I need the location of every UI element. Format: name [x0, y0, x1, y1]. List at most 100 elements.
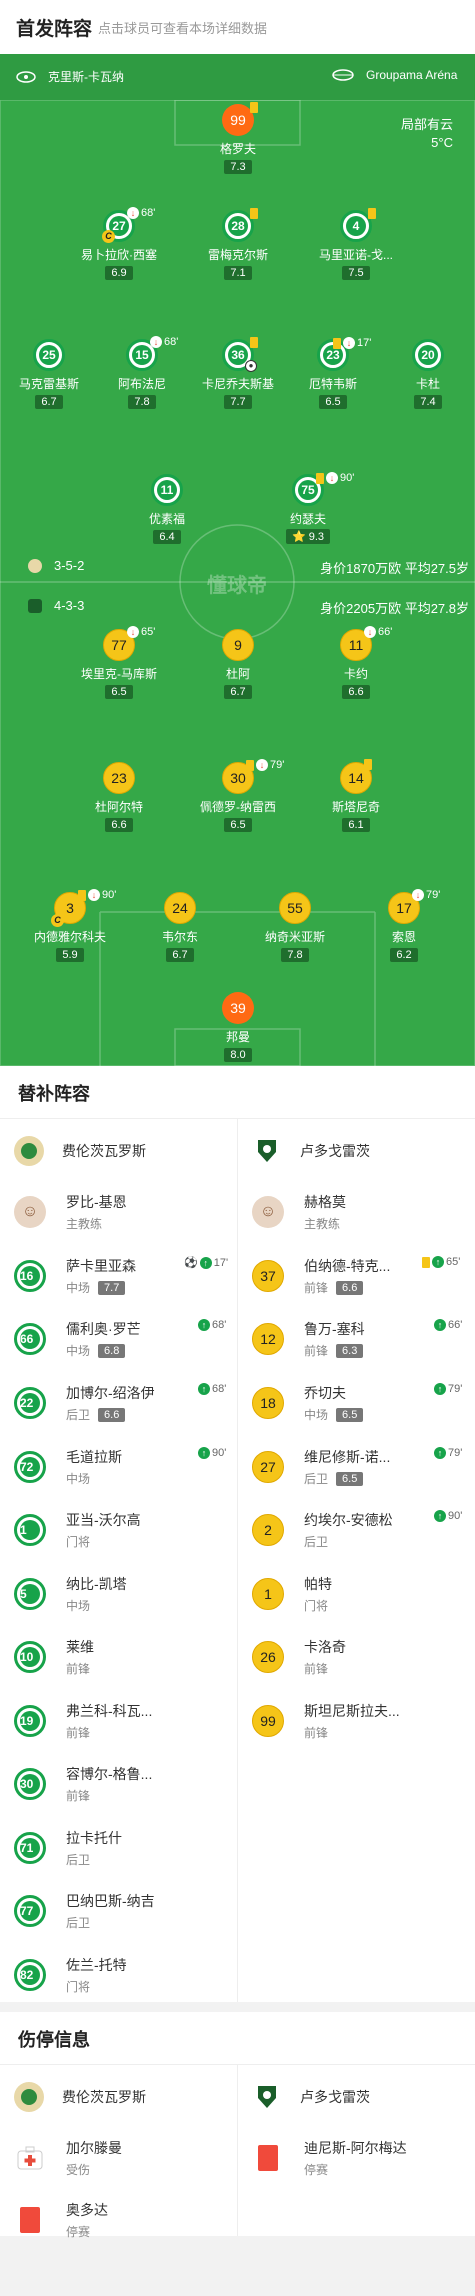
player-home-7[interactable]: 23 厄特韦斯 6.5 — [288, 339, 378, 410]
player-home-0[interactable]: 99 格罗夫 7.3 — [193, 104, 283, 175]
player-home-4[interactable]: 25 马克雷基斯 6.7 — [4, 339, 94, 410]
player-position: 前锋 — [304, 1344, 329, 1358]
sub-away-1[interactable]: 12 鲁万-塞科 前锋 6.3 — [252, 1319, 365, 1359]
sub-home-2[interactable]: 22 加博尔-绍洛伊 后卫 6.6 — [14, 1383, 155, 1423]
sub-on-icon: ↑ — [198, 1319, 210, 1331]
player-jersey: 23 — [103, 762, 135, 794]
player-rating: 7.5 — [342, 266, 370, 280]
home-team-value: 身价1870万欧 平均27.5岁 — [320, 561, 469, 576]
player-away-4[interactable]: 30 佩德罗-纳雷西 6.5 — [193, 762, 283, 833]
player-name: 卡杜 — [415, 377, 440, 391]
injuries-away-team[interactable]: 卢多戈雷茨 — [252, 2082, 370, 2112]
player-jersey: 99 — [252, 1705, 284, 1737]
red-card-icon — [252, 2142, 284, 2174]
player-jersey: 26 — [252, 1641, 284, 1673]
injuries-title: 伤停信息 — [18, 2030, 90, 2050]
team-name: 卢多戈雷茨 — [300, 2089, 370, 2105]
player-away-5[interactable]: 14 斯塔尼奇 6.1 — [311, 762, 401, 833]
player-away-10[interactable]: 39 邦曼 8.0 — [193, 992, 283, 1063]
player-name: 邦曼 — [225, 1030, 250, 1044]
player-position: 前锋 — [304, 1662, 329, 1676]
player-away-9[interactable]: 17 索恩 6.2 — [359, 892, 449, 963]
pitch: 克里斯-卡瓦纳 Groupama Aréna 局部有云 5°C 懂球帝 3-5-… — [0, 54, 475, 1066]
sub-on-icon: ↑ — [198, 1383, 210, 1395]
sub-away-7[interactable]: 99 斯坦尼斯拉夫... 前锋 — [252, 1701, 400, 1741]
player-name: 索恩 — [391, 930, 416, 944]
injury-home-0[interactable]: 加尔滕曼 受伤 — [14, 2138, 122, 2178]
player-name: 莱维 — [66, 1639, 94, 1655]
away-crest-icon — [28, 598, 42, 613]
player-away-0[interactable]: 77 埃里克-马库斯 6.5 — [74, 629, 164, 700]
sub-away-5[interactable]: 1 帕特 门将 — [252, 1574, 332, 1614]
sub-home-11[interactable]: 82 佐兰-托特 门将 — [14, 1955, 127, 1995]
player-home-1[interactable]: 27 C 易卜拉欣·西塞 6.9 — [74, 210, 164, 281]
player-away-1[interactable]: 9 杜阿 6.7 — [193, 629, 283, 700]
sub-home-3[interactable]: 72 毛道拉斯 中场 — [14, 1447, 122, 1487]
sub-away-2[interactable]: 18 乔切夫 中场 6.5 — [252, 1383, 364, 1423]
injuries-home-team[interactable]: 费伦茨瓦罗斯 — [14, 2082, 146, 2112]
injury-home-1[interactable]: 奥多达 停赛 — [14, 2200, 108, 2240]
player-away-7[interactable]: 24 韦尔东 6.7 — [135, 892, 225, 963]
player-home-2[interactable]: 28 雷梅克尔斯 7.1 — [193, 210, 283, 281]
player-name: 雷梅克尔斯 — [207, 248, 268, 262]
away-coach[interactable]: ☺ 赫格莫 主教练 — [252, 1192, 346, 1232]
player-name: 斯坦尼斯拉夫... — [304, 1703, 400, 1719]
sub-away-4-events: ↑ 90' — [434, 1510, 462, 1522]
player-home-9[interactable]: 11 优素福 6.4 — [122, 474, 212, 545]
sub-on-icon: ↑ — [198, 1447, 210, 1459]
sub-away-0[interactable]: 37 伯纳德-特克... 前锋 6.6 — [252, 1256, 390, 1296]
sub-home-7[interactable]: 19 弗兰科-科瓦... 前锋 — [14, 1701, 152, 1741]
captain-icon: C — [51, 914, 64, 927]
section-hint: 点击球员可查看本场详细数据 — [98, 20, 268, 36]
yellow-card-icon — [364, 759, 372, 770]
home-team-label[interactable]: 克里斯-卡瓦纳 — [16, 68, 124, 85]
player-name: 儒利奥·罗芒 — [66, 1321, 141, 1337]
player-name: 阿布法尼 — [117, 377, 166, 391]
sub-home-4[interactable]: 1 亚当-沃尔高 门将 — [14, 1510, 141, 1550]
sub-home-1[interactable]: 66 儒利奥·罗芒 中场 6.8 — [14, 1319, 141, 1359]
player-name: 帕特 — [304, 1576, 332, 1592]
player-name: 韦尔东 — [161, 930, 198, 944]
player-rating: 7.8 — [128, 395, 156, 409]
away-formation-text: 4-3-3 — [54, 598, 85, 613]
sub-home-6[interactable]: 10 莱维 前锋 — [14, 1637, 94, 1677]
team-crest-icon — [16, 70, 36, 83]
player-jersey: 1 — [252, 1578, 284, 1610]
sub-home-10[interactable]: 77 巴纳巴斯-纳吉 后卫 — [14, 1891, 155, 1931]
sub-away-4[interactable]: 2 约埃尔-安德松 后卫 — [252, 1510, 393, 1550]
player-name: 容博尔-格鲁... — [66, 1766, 153, 1782]
player-jersey: 10 — [14, 1641, 46, 1673]
home-coach[interactable]: ☺ 罗比-基恩 主教练 — [14, 1192, 127, 1232]
player-name: 巴纳巴斯-纳吉 — [66, 1893, 155, 1909]
player-home-8[interactable]: 20 卡杜 7.4 — [383, 339, 473, 410]
sub-home-0[interactable]: 16 萨卡里亚森 中场 7.7 — [14, 1256, 136, 1296]
player-away-8[interactable]: 55 纳奇米亚斯 7.8 — [250, 892, 340, 963]
coach-role: 主教练 — [304, 1217, 341, 1231]
injury-away-0[interactable]: 迪尼斯-阿尔梅达 停赛 — [252, 2138, 407, 2178]
player-home-3[interactable]: 4 马里亚诺-戈... 7.5 — [311, 210, 401, 281]
player-away-2-events: ↓ 66' — [364, 626, 392, 638]
sub-home-8[interactable]: 30 容博尔-格鲁... 前锋 — [14, 1764, 152, 1804]
player-name: 马里亚诺-戈... — [319, 248, 393, 262]
venue-name: Groupama Aréna — [366, 68, 458, 82]
sub-away-6[interactable]: 26 卡洛奇 前锋 — [252, 1637, 346, 1677]
subs-away-team[interactable]: 卢多戈雷茨 — [252, 1136, 370, 1166]
sub-away-3[interactable]: 27 维尼修斯-诺... 后卫 6.5 — [252, 1447, 390, 1487]
subs-home-team[interactable]: 费伦茨瓦罗斯 — [14, 1136, 146, 1166]
player-away-2[interactable]: 11 卡约 6.6 — [311, 629, 401, 700]
player-jersey: 11 — [151, 474, 183, 506]
player-home-5[interactable]: 15 阿布法尼 7.8 — [97, 339, 187, 410]
sub-on-icon: ↑ — [434, 1319, 446, 1331]
player-away-6[interactable]: 3C 内德雅尔科夫 5.9 — [25, 892, 115, 963]
sub-home-9[interactable]: 71 拉卡托什 后卫 — [14, 1828, 122, 1868]
sub-home-5[interactable]: 5 纳比-凯塔 中场 — [14, 1574, 127, 1614]
player-position: 后卫 — [66, 1853, 91, 1867]
player-rating: 6.7 — [224, 685, 252, 699]
player-away-3[interactable]: 23 杜阿尔特 6.6 — [74, 762, 164, 833]
player-home-10[interactable]: 75 约瑟夫 ⭐ 9.3 — [263, 474, 353, 545]
player-home-6[interactable]: 36 ● 卡尼乔夫斯基 7.7 — [193, 339, 283, 410]
sub-home-0-events: ⚽ ↑ 17' — [184, 1256, 229, 1269]
player-position: 中场 — [66, 1472, 91, 1486]
player-home-1-events: ↓ 68' — [127, 207, 155, 219]
player-home-6-events — [250, 337, 258, 348]
